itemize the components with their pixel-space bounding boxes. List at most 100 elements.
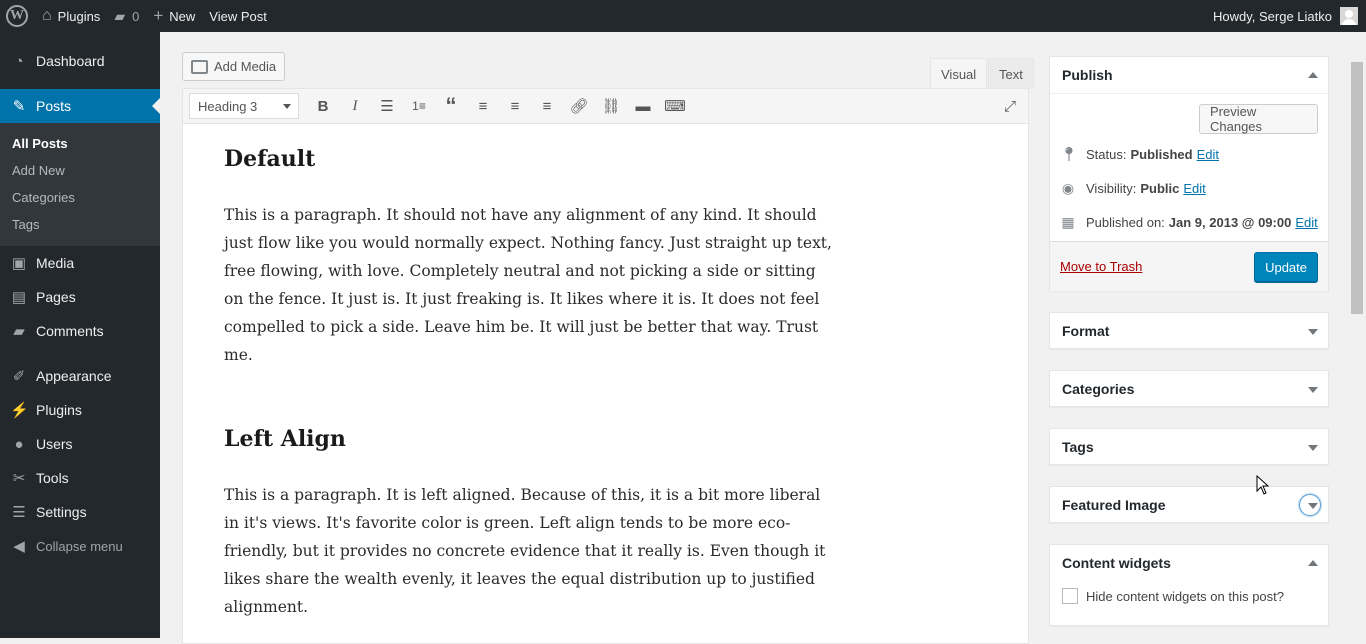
numbered-list-button[interactable]: 1≡ [403, 92, 435, 120]
insert-link-button[interactable]: 🔗︎ [563, 92, 595, 120]
publish-box: Publish Preview Changes 📍︎ Status: Publi… [1049, 56, 1329, 291]
format-select[interactable]: Heading 3 [189, 93, 299, 119]
status-value: Published [1130, 147, 1193, 162]
pages-icon: ▤ [11, 289, 27, 306]
expand-arrow-icon[interactable] [1308, 329, 1318, 340]
collapse-arrow-icon[interactable] [1308, 555, 1318, 566]
visibility-value: Public [1140, 181, 1180, 196]
sidebar-item-comments[interactable]: ▰ Comments [0, 314, 160, 348]
sidebar-item-plugins[interactable]: ⚡ Plugins [0, 393, 160, 427]
preview-changes-button[interactable]: Preview Changes [1199, 104, 1318, 134]
categories-box-header[interactable]: Categories [1050, 371, 1328, 407]
bulleted-list-icon: ☰ [380, 98, 394, 115]
settings-icon: ☰ [12, 504, 26, 521]
hide-widgets-row: Hide content widgets on this post? [1050, 581, 1328, 611]
sidebar-item-settings[interactable]: ☰ Settings [0, 495, 160, 529]
bulleted-list-button[interactable]: ☰ [371, 92, 403, 120]
submenu-tags[interactable]: Tags [0, 211, 160, 238]
comments-link[interactable]: ▰ 0 [107, 0, 146, 32]
add-media-button[interactable]: Add Media [182, 52, 286, 81]
toolbar-toggle-button[interactable]: ⌨ [659, 92, 691, 120]
heading-default: Default [224, 146, 316, 172]
read-more-button[interactable]: ▬ [627, 92, 659, 120]
publish-box-header[interactable]: Publish [1050, 57, 1328, 93]
link-icon: 🔗︎ [569, 98, 589, 115]
expand-arrow-icon[interactable] [1308, 387, 1318, 398]
editor-toolbar: Heading 3 B I ☰ 1≡ “ ≡ ≡ ≡ 🔗︎ ⛓ ▬ ⌨ ⤢ [182, 88, 1029, 124]
blockquote-button[interactable]: “ [435, 92, 467, 120]
page-scrollbar[interactable] [1349, 32, 1366, 638]
format-box-header[interactable]: Format [1050, 313, 1328, 349]
fullscreen-icon: ⤢ [1003, 97, 1016, 115]
new-label: New [169, 8, 196, 24]
wordpress-logo[interactable]: W [0, 0, 35, 32]
sidebar-item-pages[interactable]: ▤ Pages [0, 280, 160, 314]
blockquote-icon: “ [445, 93, 457, 118]
tags-box-header[interactable]: Tags [1050, 429, 1328, 465]
hide-widgets-checkbox[interactable] [1062, 588, 1078, 604]
collapse-arrow-icon[interactable] [1308, 67, 1318, 78]
home-icon: ⌂ [42, 7, 52, 24]
edit-date-link[interactable]: Edit [1295, 215, 1317, 230]
collapse-menu-button[interactable]: ◀ Collapse menu [0, 529, 160, 563]
update-button[interactable]: Update [1254, 252, 1318, 282]
cursor-arrow-icon [1256, 475, 1270, 495]
featured-image-box-header[interactable]: Featured Image [1050, 487, 1328, 523]
posts-submenu: All Posts Add New Categories Tags [0, 123, 160, 246]
submenu-add-new[interactable]: Add New [0, 157, 160, 184]
my-account-link[interactable]: Howdy, Serge Liatko [1206, 0, 1366, 32]
sidebar-item-posts[interactable]: ✎ Posts [0, 89, 160, 123]
dashboard-icon: ◔ [14, 52, 24, 70]
pin-icon: 📍︎ [1060, 146, 1078, 162]
sidebar-item-label: Appearance [36, 368, 112, 384]
expand-arrow-icon[interactable] [1308, 503, 1318, 514]
publish-misc: Preview Changes 📍︎ Status: Published Edi… [1050, 93, 1328, 243]
view-post-label: View Post [209, 8, 267, 24]
published-on-label: Published on: [1086, 215, 1165, 230]
published-on-row: ▦ Published on: Jan 9, 2013 @ 09:00 Edit [1060, 214, 1317, 231]
tab-text-label: Text [999, 66, 1023, 82]
sidebar-item-users[interactable]: ● Users [0, 427, 160, 461]
categories-box: Categories [1049, 370, 1329, 407]
sidebar-item-appearance[interactable]: ✐ Appearance [0, 359, 160, 393]
italic-icon: I [352, 97, 358, 114]
submenu-all-posts[interactable]: All Posts [0, 130, 160, 157]
tab-visual[interactable]: Visual [930, 58, 988, 89]
italic-button[interactable]: I [339, 92, 371, 120]
collapse-menu-label: Collapse menu [36, 538, 123, 554]
new-content-link[interactable]: + New [146, 0, 202, 32]
calendar-icon: ▦ [1061, 214, 1075, 230]
bold-icon: B [317, 97, 329, 115]
move-to-trash-link[interactable]: Move to Trash [1060, 259, 1142, 274]
expand-arrow-icon[interactable] [1308, 445, 1318, 456]
align-right-icon: ≡ [542, 97, 552, 115]
sidebar-item-tools[interactable]: ✂ Tools [0, 461, 160, 495]
scrollbar-thumb[interactable] [1351, 62, 1363, 314]
submenu-categories[interactable]: Categories [0, 184, 160, 211]
view-post-link[interactable]: View Post [202, 0, 274, 32]
site-name-link[interactable]: ⌂ Plugins [35, 0, 107, 32]
remove-link-button[interactable]: ⛓ [595, 92, 627, 120]
format-select-value: Heading 3 [198, 98, 258, 114]
sidebar-item-label: Posts [36, 98, 72, 114]
align-center-button[interactable]: ≡ [499, 92, 531, 120]
sidebar-item-label: Plugins [36, 402, 82, 418]
sidebar-item-media[interactable]: ▣ Media [0, 246, 160, 280]
media-icon: ▣ [11, 255, 27, 272]
content-widgets-title: Content widgets [1062, 555, 1171, 571]
edit-visibility-link[interactable]: Edit [1183, 181, 1205, 196]
editor-content[interactable]: Default This is a paragraph. It should n… [182, 124, 1029, 644]
status-label: Status: [1086, 147, 1127, 162]
visibility-label: Visibility: [1086, 181, 1137, 196]
edit-status-link[interactable]: Edit [1197, 147, 1219, 162]
tab-text[interactable]: Text [988, 58, 1034, 89]
distraction-free-button[interactable]: ⤢ [994, 92, 1026, 120]
heading-left-align: Left Align [224, 426, 346, 452]
align-left-button[interactable]: ≡ [467, 92, 499, 120]
user-icon: ● [14, 435, 24, 453]
categories-title: Categories [1062, 381, 1135, 397]
sidebar-item-dashboard[interactable]: ◔ Dashboard [0, 44, 160, 78]
align-right-button[interactable]: ≡ [531, 92, 563, 120]
content-widgets-box-header[interactable]: Content widgets [1050, 545, 1328, 581]
bold-button[interactable]: B [307, 92, 339, 120]
